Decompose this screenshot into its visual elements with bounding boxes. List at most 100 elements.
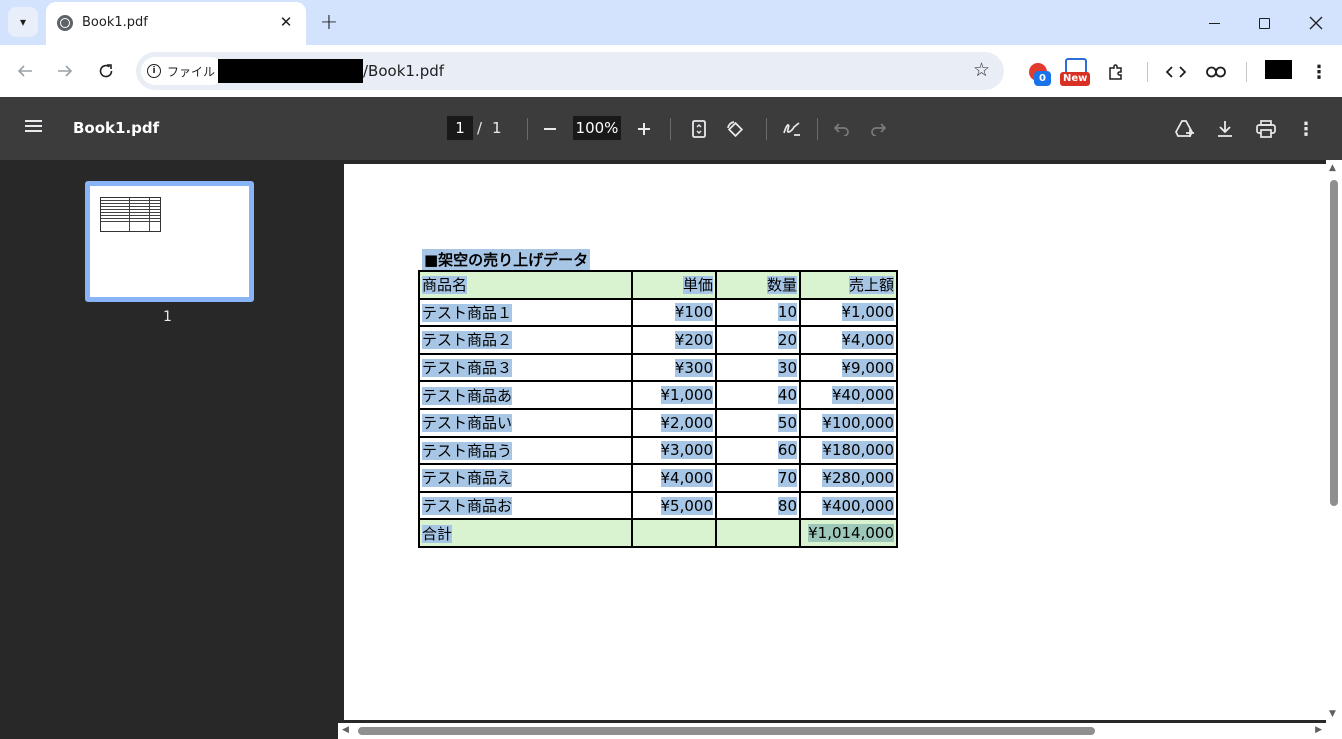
- vertical-scrollbar[interactable]: ▲ ▼: [1326, 160, 1342, 723]
- sales-amount-cell: ¥4,000: [799, 325, 898, 355]
- new-tab-button[interactable]: +: [316, 9, 342, 35]
- page-total: 1: [492, 119, 502, 137]
- fit-page-button[interactable]: [686, 116, 712, 142]
- zoom-out-button[interactable]: [537, 116, 563, 142]
- thumbnail-page-label: 1: [163, 309, 172, 325]
- table-header-row: 商品名 単価 数量 売上額: [418, 270, 898, 300]
- empty-cell: [715, 518, 801, 548]
- page-thumbnail[interactable]: [85, 181, 254, 302]
- arrow-left-icon: [17, 65, 32, 77]
- minimize-icon: [1208, 22, 1220, 24]
- forward-button[interactable]: [50, 56, 80, 86]
- redo-icon: [871, 123, 886, 136]
- thumbnail-table-preview: [100, 197, 161, 232]
- rotate-button[interactable]: [722, 116, 748, 142]
- chevron-down-icon: ▾: [19, 15, 27, 29]
- table-row: テスト商品お ¥5,000 80 ¥400,000: [418, 490, 898, 521]
- sales-amount-cell: ¥9,000: [799, 352, 898, 383]
- sales-table: 商品名 単価 数量 売上額 テスト商品１ ¥100 10 ¥1,000 テスト商…: [418, 270, 898, 548]
- sidebar-toggle-button[interactable]: [25, 117, 49, 141]
- menu-icon: [25, 120, 49, 132]
- extension-badge: 0: [1034, 71, 1051, 86]
- product-name-cell: テスト商品あ: [418, 380, 633, 410]
- quantity-cell: 10: [715, 297, 801, 328]
- site-info-chip[interactable]: i ファイル: [141, 57, 226, 85]
- drive-add-icon: [1175, 120, 1194, 137]
- product-name-cell: テスト商品え: [418, 463, 633, 493]
- column-header: 数量: [715, 270, 801, 300]
- copy-link-button[interactable]: [1201, 57, 1231, 87]
- close-icon: ✕: [279, 13, 293, 31]
- profile-avatar[interactable]: [1265, 60, 1292, 79]
- reload-button[interactable]: [91, 56, 121, 86]
- zoom-input[interactable]: 100%: [573, 116, 621, 140]
- tab-strip: ▾ Book1.pdf ✕ +: [0, 0, 1342, 45]
- back-button[interactable]: [10, 56, 40, 86]
- unit-price-cell: ¥200: [631, 325, 717, 355]
- arrow-right-icon: [58, 65, 73, 77]
- annotate-button[interactable]: [779, 116, 805, 142]
- table-total-row: 合計 ¥1,014,000: [418, 518, 898, 548]
- empty-cell: [631, 518, 717, 548]
- scroll-up-arrow-icon[interactable]: ▲: [1329, 163, 1336, 173]
- close-window-button[interactable]: [1301, 8, 1331, 38]
- plus-icon: +: [319, 9, 339, 35]
- bookmark-star-icon[interactable]: ☆: [973, 59, 990, 81]
- horizontal-scroll-thumb[interactable]: [358, 727, 1095, 735]
- table-row: テスト商品３ ¥300 30 ¥9,000: [418, 352, 898, 383]
- unit-price-cell: ¥1,000: [631, 380, 717, 410]
- undo-icon: [834, 123, 849, 136]
- unit-price-cell: ¥100: [631, 297, 717, 328]
- column-header: 単価: [631, 270, 717, 300]
- quantity-cell: 20: [715, 325, 801, 355]
- extension-new-badge: New: [1060, 72, 1091, 86]
- pdf-more-button[interactable]: ⋮: [1293, 116, 1319, 142]
- product-name-cell: テスト商品う: [418, 435, 633, 466]
- puzzle-icon: [1109, 64, 1122, 80]
- code-icon: [1166, 66, 1186, 78]
- tab-search-button[interactable]: ▾: [8, 7, 38, 37]
- sales-amount-cell: ¥280,000: [799, 463, 898, 493]
- url-text[interactable]: /Book1.pdf: [363, 62, 444, 80]
- zoom-in-button[interactable]: [631, 116, 657, 142]
- sales-amount-cell: ¥1,000: [799, 297, 898, 328]
- total-label-cell: 合計: [418, 518, 633, 548]
- info-icon: i: [147, 64, 161, 78]
- minimize-button[interactable]: [1199, 8, 1229, 38]
- toolbar-separator: [1147, 62, 1148, 82]
- undo-button[interactable]: [829, 116, 855, 142]
- toolbar-separator: [1246, 62, 1247, 82]
- table-row: テスト商品い ¥2,000 50 ¥100,000: [418, 407, 898, 438]
- save-to-drive-button[interactable]: [1172, 116, 1198, 142]
- scroll-left-arrow-icon[interactable]: ◀: [342, 725, 349, 735]
- extensions-button[interactable]: [1101, 57, 1131, 87]
- quantity-cell: 80: [715, 490, 801, 521]
- tab-close-button[interactable]: ✕: [276, 12, 296, 32]
- document-heading: ■架空の売り上げデータ: [422, 249, 591, 270]
- unit-price-cell: ¥5,000: [631, 490, 717, 521]
- browser-menu-button[interactable]: ⋮: [1304, 57, 1334, 87]
- globe-icon: [57, 15, 73, 31]
- address-bar[interactable]: i ファイル /Book1.pdf ☆: [136, 52, 1004, 90]
- table-row: テスト商品２ ¥200 20 ¥4,000: [418, 325, 898, 355]
- tab-title: Book1.pdf: [82, 15, 148, 30]
- more-vert-icon: ⋮: [1310, 61, 1328, 83]
- document-viewport[interactable]: ■架空の売り上げデータ 商品名 単価 数量 売上額 テスト商品１ ¥100 10…: [338, 160, 1342, 739]
- devtools-button[interactable]: [1161, 57, 1191, 87]
- vertical-scroll-thumb[interactable]: [1330, 180, 1338, 506]
- column-header: 商品名: [418, 270, 633, 300]
- horizontal-scrollbar[interactable]: ◀ ▶: [338, 723, 1342, 739]
- print-button[interactable]: [1253, 116, 1279, 142]
- maximize-button[interactable]: [1249, 8, 1279, 38]
- redo-button[interactable]: [865, 116, 891, 142]
- download-button[interactable]: [1212, 116, 1238, 142]
- tab-book1[interactable]: Book1.pdf ✕: [46, 2, 306, 45]
- scroll-down-arrow-icon[interactable]: ▼: [1329, 709, 1336, 719]
- plus-icon: [638, 123, 650, 135]
- page-separator: /: [477, 119, 483, 137]
- scroll-right-arrow-icon[interactable]: ▶: [1315, 725, 1322, 735]
- page-number-input[interactable]: 1: [447, 116, 473, 140]
- redacted-path: [218, 59, 363, 83]
- toolbar-separator: [817, 118, 818, 140]
- product-name-cell: テスト商品３: [418, 352, 633, 383]
